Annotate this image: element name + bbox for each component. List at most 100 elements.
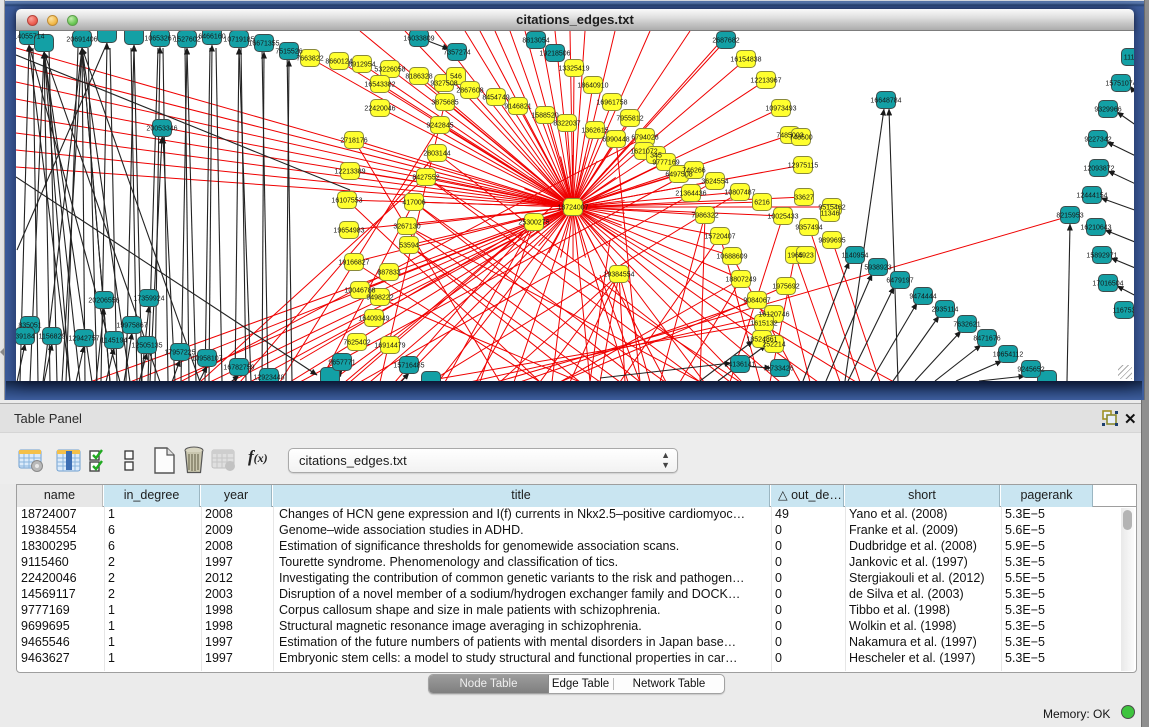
svg-text:116753: 116753 — [1113, 308, 1134, 315]
svg-text:7986322: 7986322 — [691, 213, 718, 220]
svg-text:9227342: 9227342 — [1084, 137, 1111, 144]
svg-text:7955812: 7955812 — [616, 116, 643, 123]
svg-text:9498222: 9498222 — [366, 295, 393, 302]
svg-text:7515526: 7515526 — [275, 49, 302, 56]
svg-text:3875685: 3875685 — [431, 100, 458, 107]
svg-text:6466160: 6466160 — [198, 34, 225, 41]
svg-text:6990448: 6990448 — [602, 137, 629, 144]
svg-text:9329966: 9329966 — [1094, 107, 1121, 114]
svg-text:19384554: 19384554 — [603, 272, 634, 279]
svg-text:22420046: 22420046 — [364, 106, 395, 113]
svg-text:21364436: 21364436 — [675, 191, 706, 198]
svg-text:12213967: 12213967 — [750, 78, 781, 85]
svg-text:10046788: 10046788 — [344, 288, 375, 295]
svg-text:746266: 746266 — [682, 168, 705, 175]
svg-text:16648784: 16648784 — [870, 98, 901, 105]
svg-text:7357274: 7357274 — [443, 50, 470, 57]
svg-text:33627: 33627 — [794, 195, 814, 202]
svg-text:10958107: 10958107 — [191, 356, 222, 363]
svg-text:18724007: 18724007 — [557, 205, 588, 212]
svg-text:9657771: 9657771 — [328, 360, 355, 367]
svg-text:8471676: 8471676 — [973, 336, 1000, 343]
svg-text:887833: 887833 — [377, 270, 400, 277]
svg-text:835051: 835051 — [18, 323, 41, 330]
svg-text:16033809: 16033809 — [403, 36, 434, 43]
svg-text:14055714: 14055714 — [16, 34, 45, 41]
svg-text:1156829: 1156829 — [39, 334, 66, 341]
svg-text:2718176: 2718176 — [340, 138, 367, 145]
svg-text:18807249: 18807249 — [725, 277, 756, 284]
svg-text:8186328: 8186328 — [405, 74, 432, 81]
svg-text:12505135: 12505135 — [131, 343, 162, 350]
svg-text:6479197: 6479197 — [886, 278, 913, 285]
svg-text:1362615: 1362615 — [581, 128, 608, 135]
svg-text:1975692: 1975692 — [772, 284, 799, 291]
svg-text:8215953: 8215953 — [1056, 213, 1083, 220]
svg-text:12923448: 12923448 — [253, 375, 284, 382]
svg-text:16409349: 16409349 — [358, 316, 389, 323]
svg-text:1615132: 1615132 — [750, 321, 777, 328]
svg-text:9327508: 9327508 — [430, 81, 457, 88]
svg-text:9777169: 9777169 — [652, 160, 679, 167]
svg-text:16154838: 16154838 — [730, 57, 761, 64]
svg-text:18640910: 18640910 — [577, 83, 608, 90]
svg-text:9245652: 9245652 — [1017, 367, 1044, 374]
svg-text:20053346: 20053346 — [146, 126, 177, 133]
svg-text:12093872: 12093872 — [1083, 166, 1114, 173]
svg-text:10654112: 10654112 — [993, 352, 1024, 359]
svg-text:10688609: 10688609 — [716, 254, 747, 261]
svg-text:25300275: 25300275 — [518, 220, 549, 227]
svg-text:11346: 11346 — [821, 211, 840, 218]
svg-text:19654983: 19654983 — [333, 228, 364, 235]
svg-text:16543382: 16543382 — [364, 82, 395, 89]
svg-text:10653267: 10653267 — [144, 36, 175, 43]
svg-text:6794028: 6794028 — [631, 135, 658, 142]
svg-text:16210643: 16210643 — [1080, 225, 1111, 232]
svg-text:9474444: 9474444 — [909, 294, 936, 301]
svg-text:13325419: 13325419 — [558, 66, 589, 73]
svg-text:12213389: 12213389 — [334, 169, 365, 176]
svg-text:16671355: 16671355 — [248, 41, 279, 48]
svg-text:19975867: 19975867 — [116, 323, 147, 330]
svg-text:8427552: 8427552 — [412, 175, 439, 182]
svg-text:5938923: 5938923 — [864, 265, 891, 272]
svg-text:252214: 252214 — [762, 342, 785, 349]
svg-text:4923: 4923 — [798, 253, 814, 260]
svg-text:1588520: 1588520 — [531, 113, 558, 120]
svg-text:19166827: 19166827 — [338, 260, 369, 267]
svg-text:2867608: 2867608 — [456, 88, 483, 95]
svg-text:8813054: 8813054 — [522, 38, 549, 45]
svg-text:53226058: 53226058 — [374, 67, 405, 74]
svg-text:19218506: 19218506 — [539, 51, 570, 58]
svg-text:10025433: 10025433 — [767, 214, 798, 221]
svg-text:1117: 1117 — [1124, 55, 1134, 62]
svg-text:2687682: 2687682 — [712, 38, 739, 45]
svg-text:16914479: 16914479 — [374, 343, 405, 350]
svg-text:2935114: 2935114 — [932, 307, 959, 314]
svg-text:14136141: 14136141 — [724, 362, 755, 369]
svg-text:10973493: 10973493 — [765, 106, 796, 113]
svg-text:9146821: 9146821 — [504, 104, 531, 111]
svg-text:53594: 53594 — [399, 243, 419, 250]
svg-text:39184: 39184 — [16, 334, 35, 341]
svg-text:12975115: 12975115 — [788, 163, 819, 170]
svg-text:16120746: 16120746 — [758, 312, 789, 319]
svg-text:12444154: 12444154 — [1076, 193, 1107, 200]
svg-text:17359924: 17359924 — [133, 296, 164, 303]
svg-text:16961758: 16961758 — [596, 100, 627, 107]
svg-text:546: 546 — [450, 74, 462, 81]
svg-text:15716485: 15716485 — [393, 363, 424, 370]
svg-text:1145194: 1145194 — [101, 338, 128, 345]
svg-text:748500: 748500 — [789, 135, 812, 142]
svg-text:1140954: 1140954 — [842, 253, 869, 260]
svg-text:1733426: 1733426 — [766, 366, 793, 373]
svg-text:7632621: 7632621 — [953, 322, 980, 329]
svg-text:17016504: 17016504 — [1092, 281, 1123, 288]
svg-text:417006: 417006 — [402, 200, 425, 207]
svg-text:3624554: 3624554 — [701, 179, 728, 186]
svg-text:15892971: 15892971 — [1086, 253, 1117, 260]
svg-text:9242845: 9242845 — [426, 123, 453, 130]
svg-text:15751074: 15751074 — [1105, 81, 1134, 88]
svg-text:9899695: 9899695 — [818, 238, 845, 245]
svg-text:16782759: 16782759 — [223, 365, 254, 372]
